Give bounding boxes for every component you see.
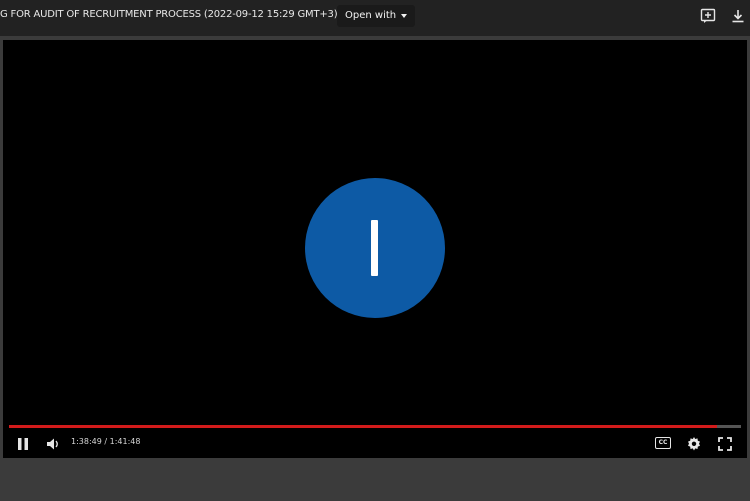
settings-gear-icon[interactable]	[686, 436, 702, 452]
player-controls: 1:38:49 / 1:41:48 CC	[3, 433, 747, 455]
add-comment-icon[interactable]	[700, 8, 716, 24]
chevron-down-icon	[401, 14, 408, 18]
viewer-window: G FOR AUDIT OF RECRUITMENT PROCESS (2022…	[0, 0, 750, 501]
seek-bar-played	[9, 425, 717, 428]
fullscreen-icon[interactable]	[717, 436, 733, 452]
circle-i-logo	[305, 178, 445, 318]
closed-captions-icon[interactable]: CC	[655, 437, 671, 449]
time-display: 1:38:49 / 1:41:48	[71, 437, 141, 446]
play-pause-icon[interactable]	[15, 436, 31, 452]
file-title: G FOR AUDIT OF RECRUITMENT PROCESS (2022…	[0, 9, 338, 20]
video-player[interactable]: 1:38:49 / 1:41:48 CC	[3, 40, 747, 458]
download-icon[interactable]	[730, 8, 746, 24]
open-with-label: Open with	[345, 10, 397, 21]
open-with-button[interactable]: Open with	[337, 5, 416, 27]
volume-icon[interactable]	[45, 436, 61, 452]
top-toolbar: G FOR AUDIT OF RECRUITMENT PROCESS (2022…	[0, 0, 750, 36]
seek-bar[interactable]	[9, 425, 741, 428]
